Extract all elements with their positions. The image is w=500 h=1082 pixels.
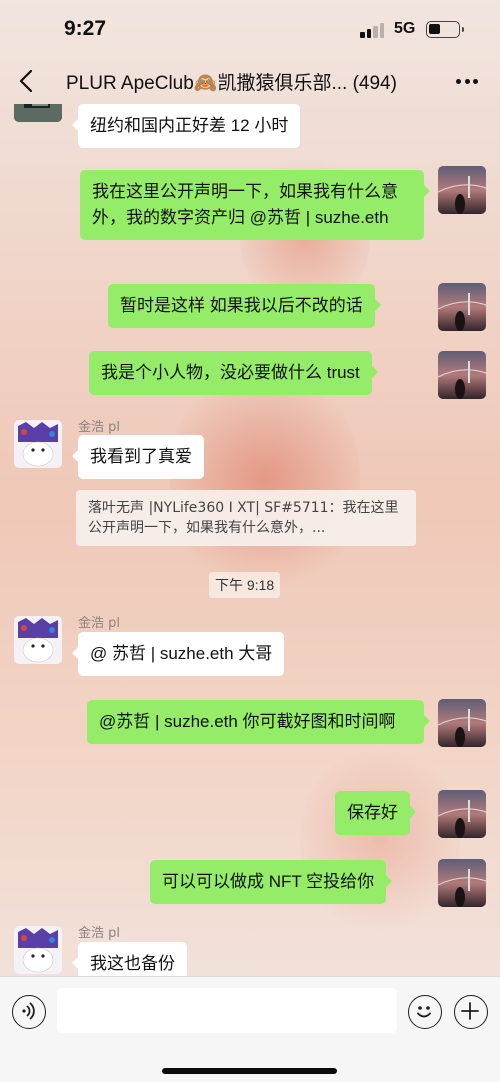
message-bubble[interactable]: 我这也备份 (72, 942, 187, 976)
chat-header: PLUR ApeClub🙈凯撒猿俱乐部... (494) (0, 58, 500, 104)
emoji-button[interactable] (408, 995, 442, 1029)
more-functions-button[interactable] (454, 995, 488, 1029)
chevron-left-icon (19, 69, 33, 93)
input-bar (0, 976, 500, 1082)
chat-title: PLUR ApeClub🙈凯撒猿俱乐部... (494) (66, 73, 397, 94)
message-bubble[interactable]: 我在这里公开声明一下，如果我有什么意外，我的数字资产归 @苏哲 | suzhe.… (80, 170, 430, 240)
cellular-signal-icon (360, 22, 386, 38)
message-bubble[interactable]: 纽约和国内正好差 12 小时 (71, 104, 301, 148)
sender-name: 金浩 pl (78, 420, 120, 435)
avatar-self[interactable] (438, 283, 486, 331)
emoji-icon (417, 1006, 431, 1018)
message-input[interactable] (57, 988, 397, 1033)
status-bar: 9:27 5G (0, 0, 500, 58)
message-bubble[interactable]: @苏哲 | suzhe.eth 你可截好图和时间啊 (87, 700, 430, 744)
status-time: 9:27 (64, 17, 107, 40)
avatar[interactable] (14, 616, 62, 664)
time-divider: 下午 9:18 (209, 572, 281, 598)
message-bubble[interactable]: 我看到了真爱 (72, 435, 204, 479)
back-button[interactable] (12, 66, 42, 96)
avatar[interactable] (14, 420, 62, 468)
avatar[interactable] (14, 926, 62, 974)
voice-icon (22, 1002, 35, 1020)
message-list[interactable]: 纽约和国内正好差 12 小时 我在这里公开声明一下，如果我有什么意外，我的数字资… (0, 104, 500, 976)
message-bubble[interactable]: 暂时是这样 如果我以后不改的话 (108, 284, 381, 328)
avatar[interactable] (14, 104, 62, 122)
message-bubble[interactable]: 保存好 (335, 791, 416, 835)
avatar-self[interactable] (438, 351, 486, 399)
quoted-message[interactable]: 落叶无声 |NYLife360 I XT| SF#5711：我在这里公开声明一下… (76, 490, 416, 546)
network-type: 5G (394, 20, 416, 37)
battery-icon (426, 21, 464, 38)
message-bubble[interactable]: @ 苏哲 | suzhe.eth 大哥 (71, 632, 285, 676)
voice-button[interactable] (12, 995, 46, 1029)
message-bubble[interactable]: 我是个小人物，没必要做什么 trust (89, 351, 378, 395)
home-indicator (162, 1068, 337, 1074)
plus-icon (461, 1002, 479, 1020)
more-button[interactable] (450, 66, 484, 96)
message-bubble[interactable]: 可以可以做成 NFT 空投给你 (150, 860, 393, 904)
sender-name: 金浩 pl (78, 926, 120, 941)
sender-name: 金浩 pl (78, 616, 120, 631)
avatar-self[interactable] (438, 699, 486, 747)
avatar-self[interactable] (438, 790, 486, 838)
avatar-self[interactable] (438, 859, 486, 907)
avatar-self[interactable] (438, 166, 486, 214)
